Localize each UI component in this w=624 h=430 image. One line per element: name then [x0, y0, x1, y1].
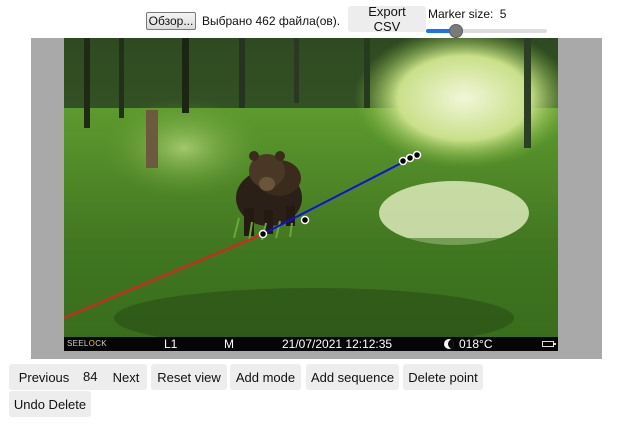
- marker-size-label: Marker size: 5: [428, 7, 506, 21]
- export-csv-button[interactable]: Export CSV: [348, 4, 426, 34]
- track-point[interactable]: [405, 153, 415, 163]
- camera-id: L1: [164, 337, 178, 351]
- add-mode-button[interactable]: Add mode: [230, 364, 301, 390]
- track-point[interactable]: [398, 156, 408, 166]
- tree-trunk: [294, 38, 299, 103]
- page-number: 84: [83, 369, 98, 384]
- next-button[interactable]: Next: [109, 364, 143, 390]
- track-point[interactable]: [300, 215, 310, 225]
- bear-snout: [259, 177, 275, 191]
- photo-canvas[interactable]: [64, 38, 558, 351]
- marker-size-value: 5: [499, 7, 507, 21]
- capture-mode: M: [224, 337, 234, 351]
- reset-view-button[interactable]: Reset view: [151, 364, 227, 390]
- top-toolbar: Обзор... Выбрано 462 файла(ов). Export C…: [0, 0, 624, 38]
- bear-ear: [275, 151, 285, 161]
- marker-size-caption: Marker size:: [428, 7, 494, 21]
- bear-leg: [286, 206, 295, 226]
- clearing: [379, 181, 529, 245]
- tree-trunk: [524, 38, 531, 148]
- browse-files-button[interactable]: Обзор...: [146, 12, 196, 30]
- camera-trap-photo[interactable]: SEELOCK L1 M 21/07/2021 12:12:35 018°C: [64, 38, 558, 351]
- marker-size-slider[interactable]: [426, 23, 547, 39]
- track-point[interactable]: [258, 229, 268, 239]
- slider-track: [455, 29, 547, 33]
- moon-phase-icon: [444, 339, 454, 349]
- previous-button[interactable]: Previous: [13, 364, 75, 390]
- capture-datetime: 21/07/2021 12:12:35: [282, 337, 393, 351]
- camera-brand-logo: SEELOCK: [67, 339, 107, 348]
- tree-trunk: [364, 38, 370, 108]
- control-bar: Previous 84 Next Reset view Add mode Add…: [9, 364, 619, 424]
- pagination-group: Previous 84 Next: [9, 364, 147, 390]
- tree-trunk: [84, 38, 90, 128]
- undo-delete-button[interactable]: Undo Delete: [9, 391, 91, 417]
- slider-thumb[interactable]: [448, 24, 463, 38]
- temperature-readout: 018°C: [459, 337, 493, 351]
- file-selection-status: Выбрано 462 файла(ов).: [202, 14, 341, 28]
- fence-post: [146, 110, 158, 168]
- bear-leg: [244, 208, 254, 236]
- tree-trunk: [182, 38, 189, 113]
- track-point[interactable]: [412, 150, 422, 160]
- tree-trunk: [119, 38, 124, 118]
- bear-ear: [249, 151, 259, 161]
- tree-trunk: [239, 38, 245, 108]
- camera-info-strip: SEELOCK L1 M 21/07/2021 12:12:35 018°C: [64, 337, 558, 351]
- delete-point-button[interactable]: Delete point: [403, 364, 483, 390]
- battery-icon: [542, 341, 556, 347]
- image-viewer: SEELOCK L1 M 21/07/2021 12:12:35 018°C: [31, 38, 602, 359]
- add-sequence-button[interactable]: Add sequence: [306, 364, 399, 390]
